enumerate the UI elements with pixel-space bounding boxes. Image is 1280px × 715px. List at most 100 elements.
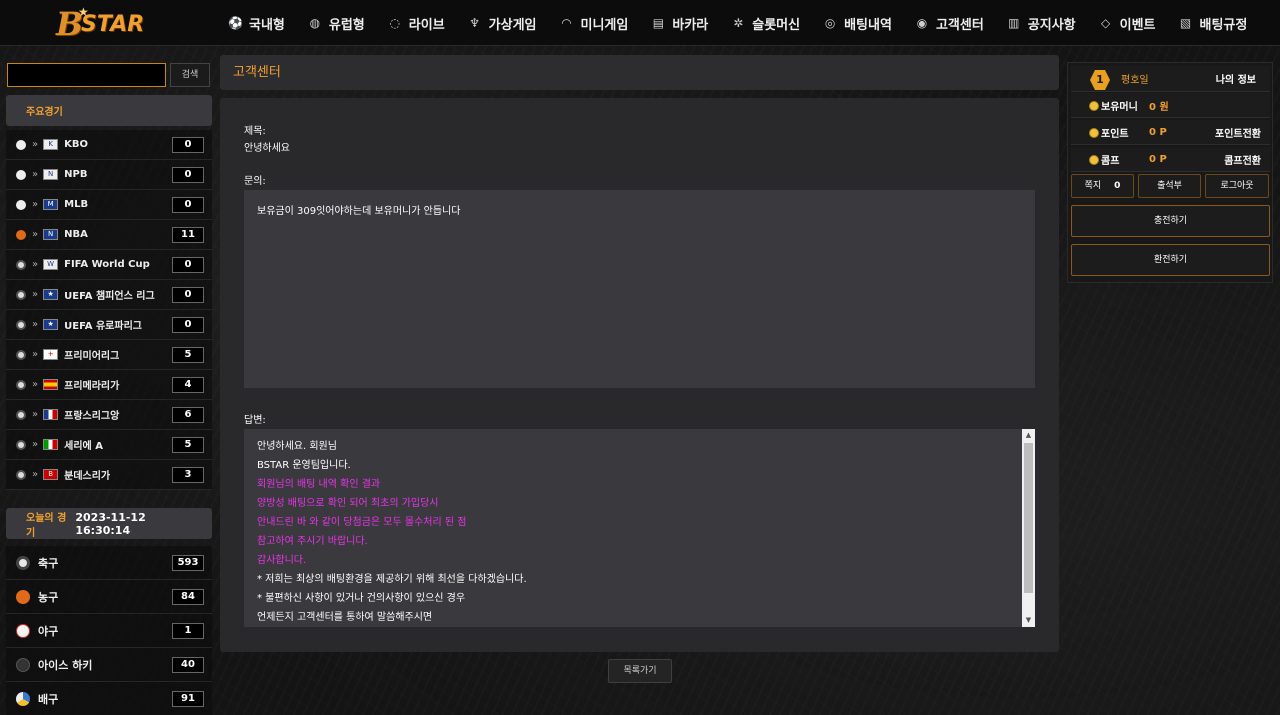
top-navbar: ★ B STAR ⚽ 국내형 ◍ 유럽형 ◌ 라이브 ♆ 가상게임 ◠ 미니게임 ▤ 바카라… [0, 0, 1280, 46]
diamond-icon: ◇ [1101, 16, 1111, 30]
sport-row-volleyball[interactable]: 배구 91 [6, 682, 212, 715]
basketball-icon [16, 229, 26, 240]
league-row-mlb[interactable]: » M MLB 0 [6, 190, 212, 220]
sport-row-icehockey[interactable]: 아이스 하키 40 [6, 648, 212, 682]
comp-convert-button[interactable]: 콤프전환 [1224, 152, 1261, 167]
league-row-ligue1[interactable]: » 프랑스리그앙 6 [6, 400, 212, 430]
baseball-icon: ◌ [389, 16, 401, 30]
point-value: 0 P [1149, 126, 1167, 138]
basketball-icon: ◍ [309, 16, 321, 30]
league-row-seriea[interactable]: » 세리에 A 5 [6, 430, 212, 460]
answer-content[interactable]: 안녕하세요. 회원님 BSTAR 운영팀입니다. 회원님의 배팅 내역 확인 결… [244, 429, 1035, 627]
nav-slot[interactable]: ✲ 슬롯머신 [731, 0, 800, 46]
logout-button[interactable]: 로그아웃 [1205, 174, 1269, 198]
league-count: 11 [172, 226, 204, 243]
sport-name: 축구 [38, 556, 59, 570]
nav-support[interactable]: ◉ 고객센터 [915, 0, 984, 46]
league-row-epl[interactable]: » + 프리미어리그 5 [6, 340, 212, 370]
my-info-link[interactable]: 나의 정보 [1216, 71, 1256, 86]
nav-label: 미니게임 [580, 17, 629, 33]
inquiry-detail-card: 제목: 안녕하세요 문의: 보유금이 309잇어야하는데 보유머니가 안듭니다 … [220, 98, 1059, 652]
comp-label: 콤프 [1101, 155, 1120, 167]
attendance-button[interactable]: 출석부 [1138, 174, 1201, 198]
league-count: 4 [172, 376, 204, 393]
world-flag-icon: W [43, 259, 59, 270]
answer-line: 언제든지 고객센터를 통하여 말씀해주시면 [257, 612, 433, 623]
double-chevron-icon: » [32, 259, 39, 270]
withdraw-button[interactable]: 환전하기 [1071, 244, 1270, 276]
eu-flag-icon: ★ [43, 319, 59, 330]
sport-name: 배구 [38, 692, 59, 706]
message-button[interactable]: 쪽지 0 [1071, 174, 1134, 198]
italy-flag-icon [43, 439, 59, 450]
league-row-nba[interactable]: » N NBA 11 [6, 220, 212, 250]
scroll-up-icon[interactable]: ▲ [1022, 429, 1035, 442]
nav-notice[interactable]: ▥ 공지사항 [1007, 0, 1076, 46]
league-name: UEFA 챔피언스 리그 [64, 291, 155, 302]
scroll-down-icon[interactable]: ▼ [1022, 614, 1035, 627]
nav-rules[interactable]: ▧ 배팅규정 [1179, 0, 1248, 46]
sport-count: 84 [172, 588, 204, 605]
star-icon: ★ [78, 5, 89, 19]
nav-event[interactable]: ◇ 이벤트 [1099, 0, 1156, 46]
subject-label: 제목: [244, 126, 266, 137]
search-button[interactable]: 검색 [170, 63, 210, 87]
volleyball-icon [16, 691, 30, 706]
page-title: 고객센터 [220, 55, 1059, 90]
league-row-uel[interactable]: » ★ UEFA 유로파리그 0 [6, 310, 212, 340]
deposit-button[interactable]: 충전하기 [1071, 205, 1270, 237]
nav-domestic[interactable]: ⚽ 국내형 [228, 0, 285, 46]
answer-line: 안녕하세요. 회원님 [257, 441, 337, 452]
double-chevron-icon: » [32, 139, 39, 150]
search-input[interactable] [7, 63, 166, 87]
point-convert-button[interactable]: 포인트전환 [1215, 125, 1261, 140]
league-name: NBA [64, 229, 88, 240]
answer-line: 양방성 배팅으로 확인 되어 최초의 가입당시 [257, 498, 439, 509]
league-name: 프랑스리그앙 [64, 411, 120, 422]
answer-scrollbar[interactable]: ▲ ▼ [1022, 429, 1035, 627]
league-name: 프리미어리그 [64, 351, 120, 362]
basketball-icon [16, 589, 30, 604]
answer-label: 답변: [244, 415, 266, 426]
league-row-laliga[interactable]: » 프리메라리가 4 [6, 370, 212, 400]
sport-row-baseball[interactable]: 야구 1 [6, 614, 212, 648]
nba-logo-icon: N [43, 229, 59, 240]
headset-icon: ◠ [561, 16, 572, 30]
league-row-kbo[interactable]: » K KBO 0 [6, 130, 212, 160]
league-count: 0 [172, 136, 204, 153]
mlb-logo-icon: M [43, 199, 59, 210]
sport-row-basketball[interactable]: 농구 84 [6, 580, 212, 614]
sport-row-soccer[interactable]: 축구 593 [6, 546, 212, 580]
money-value: 0 원 [1149, 101, 1169, 113]
league-count: 0 [172, 316, 204, 333]
league-name: FIFA World Cup [64, 259, 150, 270]
nav-label: 라이브 [408, 17, 445, 33]
league-row-fifa[interactable]: » W FIFA World Cup 0 [6, 250, 212, 280]
eu-flag-icon: ★ [43, 289, 59, 300]
nav-bet-history[interactable]: ◎ 배팅내역 [823, 0, 892, 46]
nav-live[interactable]: ◌ 라이브 [388, 0, 445, 46]
nav-label: 배팅내역 [844, 17, 892, 33]
answer-line: * 저희는 최상의 배팅환경을 제공하기 위해 최선을 다하겠습니다. [257, 574, 527, 585]
nav-baccarat[interactable]: ▤ 바카라 [651, 0, 709, 46]
back-to-list-button[interactable]: 목록가기 [608, 659, 672, 683]
sport-count: 91 [172, 690, 204, 707]
league-row-ucl[interactable]: » ★ UEFA 챔피언스 리그 0 [6, 280, 212, 310]
eye-icon: ◉ [916, 16, 928, 30]
nav-minigame[interactable]: ◠ 미니게임 [560, 0, 629, 46]
double-chevron-icon: » [32, 319, 39, 330]
nav-virtual[interactable]: ♆ 가상게임 [468, 0, 536, 46]
soccer-icon [16, 469, 26, 480]
league-row-bundesliga[interactable]: » B 분데스리가 3 [6, 460, 212, 490]
scroll-thumb[interactable] [1024, 443, 1033, 593]
baseball-icon [16, 169, 26, 180]
league-name: 분데스리가 [64, 471, 111, 482]
league-row-npb[interactable]: » N NPB 0 [6, 160, 212, 190]
league-name: 세리에 A [64, 441, 103, 452]
league-count: 3 [172, 466, 204, 483]
bstar-logo[interactable]: ★ B STAR [56, 5, 166, 43]
nav-european[interactable]: ◍ 유럽형 [308, 0, 365, 46]
npb-logo-icon: N [43, 169, 59, 180]
league-name: 프리메라리가 [64, 381, 120, 392]
grade-row: 1 평호일 나의 정보 [1071, 66, 1270, 92]
